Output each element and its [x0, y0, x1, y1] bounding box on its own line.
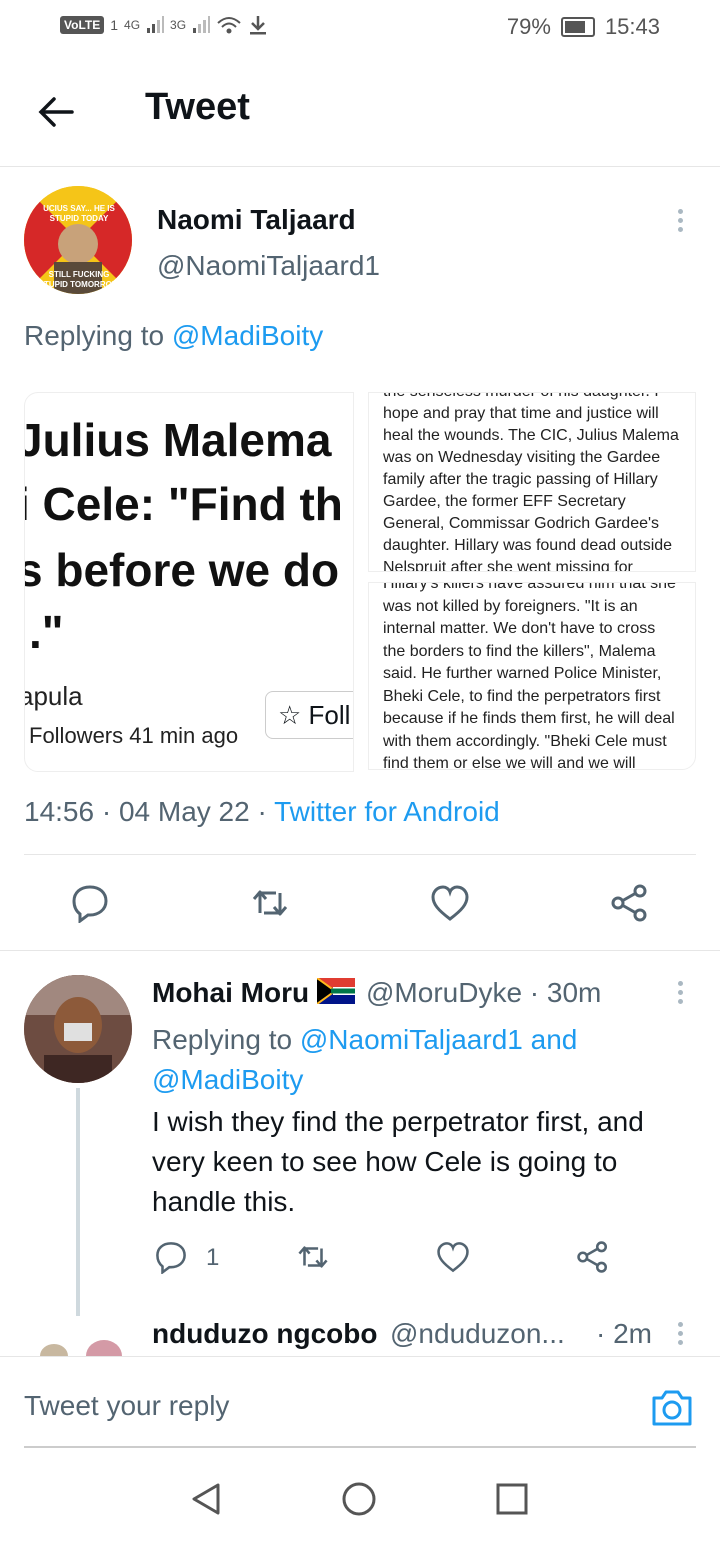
tweet-meta: 14:56 · 04 May 22 · Twitter for Android: [24, 796, 500, 828]
replying-to: Replying to @MadiBoity: [24, 320, 323, 352]
reply-reply-icon[interactable]: [154, 1240, 188, 1274]
reply-text: I wish they find the perpetrator first, …: [152, 1106, 644, 1217]
section-divider: [0, 950, 720, 951]
app-bar: Tweet: [0, 56, 720, 167]
tweet-source-link[interactable]: Twitter for Android: [274, 796, 500, 827]
more-options-icon[interactable]: [668, 205, 692, 245]
reply-replying-to: Replying to @NaomiTaljaard1 and @MadiBoi…: [152, 1020, 672, 1100]
status-bar: VoLTE 1 4G 3G 79% 15:43: [0, 0, 720, 56]
clock: 15:43: [604, 14, 660, 39]
reply-author-name-text: Mohai Moru: [152, 977, 310, 1008]
reply-more-options-icon[interactable]: [668, 977, 692, 1017]
status-left: VoLTE 1 4G 3G: [60, 14, 268, 36]
back-arrow-icon[interactable]: [34, 90, 78, 134]
article-text-bottom: Hillary's killers have assured him that …: [383, 582, 676, 770]
system-nav-bar: [0, 1455, 720, 1541]
page-title: Tweet: [145, 86, 250, 128]
article-text-top: the senseless murder of his daughter. I …: [383, 393, 679, 572]
south-africa-flag-icon: [316, 977, 355, 1005]
reply-icon[interactable]: [70, 883, 110, 923]
reply-input-underline: [24, 1446, 696, 1448]
nav-recents-icon[interactable]: [495, 1482, 529, 1516]
battery-fill: [564, 21, 586, 33]
retweet-icon[interactable]: [250, 883, 290, 923]
reply-share-icon[interactable]: [576, 1240, 610, 1274]
author-name[interactable]: Naomi Taljaard: [157, 204, 356, 236]
follow-button: ☆ Foll: [265, 691, 353, 739]
headline-line1: Julius Malema: [24, 414, 332, 466]
net2-label: 3G: [170, 18, 187, 32]
sim-label: 1: [110, 17, 119, 33]
source-footer: Followers 41 min ago: [29, 723, 239, 748]
avatar-caption-bottom: STILL FUCKING STUPID TOMORROW: [38, 270, 120, 289]
reply-avatar-image: [24, 975, 132, 1083]
download-icon: [250, 16, 267, 35]
reply-input[interactable]: Tweet your reply: [24, 1390, 229, 1422]
next-reply-author-name[interactable]: nduduzo ngcobo: [152, 1318, 378, 1350]
next-reply-more-icon[interactable]: [668, 1318, 692, 1358]
status-right: 79% 15:43: [507, 14, 660, 40]
like-icon[interactable]: [430, 883, 470, 923]
reply-retweet-icon[interactable]: [296, 1240, 330, 1274]
battery-percent: 79%: [506, 14, 551, 39]
reply-actions: [0, 1236, 720, 1284]
signal-icon: [147, 16, 165, 33]
reply-replying-prefix: Replying to: [152, 1024, 300, 1055]
tweet-image-right-top[interactable]: the senseless murder of his daughter. I …: [368, 392, 696, 572]
headline-line4: .": [29, 606, 64, 658]
next-reply-time: · 2m: [596, 1318, 652, 1349]
share-icon[interactable]: [610, 883, 650, 923]
author-handle[interactable]: @NaomiTaljaard1: [157, 250, 380, 282]
author-avatar[interactable]: UCIUS SAY... HE IS STUPID TODAY STILL FU…: [24, 186, 132, 294]
tweet-image-right-bottom[interactable]: Hillary's killers have assured him that …: [368, 582, 696, 770]
tweet-actions: [0, 875, 720, 935]
reply-like-icon[interactable]: [436, 1240, 470, 1274]
net1-label: 4G: [124, 18, 141, 32]
replying-prefix: Replying to: [24, 320, 165, 351]
tweet-image-left[interactable]: Julius Malema i Cele: "Find th s before …: [24, 392, 354, 772]
divider: [24, 854, 696, 855]
reply-author-avatar[interactable]: [24, 975, 132, 1083]
wifi-icon: [217, 17, 241, 34]
reply-handle-time[interactable]: @MoruDyke · 30m: [366, 977, 601, 1009]
tweet-timestamp: 14:56 · 04 May 22 ·: [24, 796, 275, 827]
reply-count: 1: [206, 1244, 220, 1271]
headline-line2: i Cele: "Find th: [24, 478, 343, 530]
source-name: apula: [24, 681, 83, 711]
next-reply-avatar[interactable]: [24, 1330, 132, 1356]
next-reply-handle[interactable]: @nduduzon...: [390, 1318, 565, 1350]
nav-back-icon[interactable]: [188, 1481, 224, 1517]
next-avatar-image: [40, 1340, 122, 1356]
volte-badge: VoLTE: [60, 16, 105, 34]
signal2-icon: [193, 16, 211, 33]
reply-author-name[interactable]: Mohai Moru: [152, 977, 355, 1009]
nav-home-icon[interactable]: [341, 1481, 377, 1517]
camera-icon[interactable]: [650, 1388, 694, 1428]
battery-icon: [560, 17, 595, 37]
avatar-caption-top: UCIUS SAY... HE IS STUPID TODAY: [43, 204, 115, 223]
replying-to-link[interactable]: @MadiBoity: [172, 320, 323, 351]
headline-line3: s before we do: [24, 544, 340, 596]
